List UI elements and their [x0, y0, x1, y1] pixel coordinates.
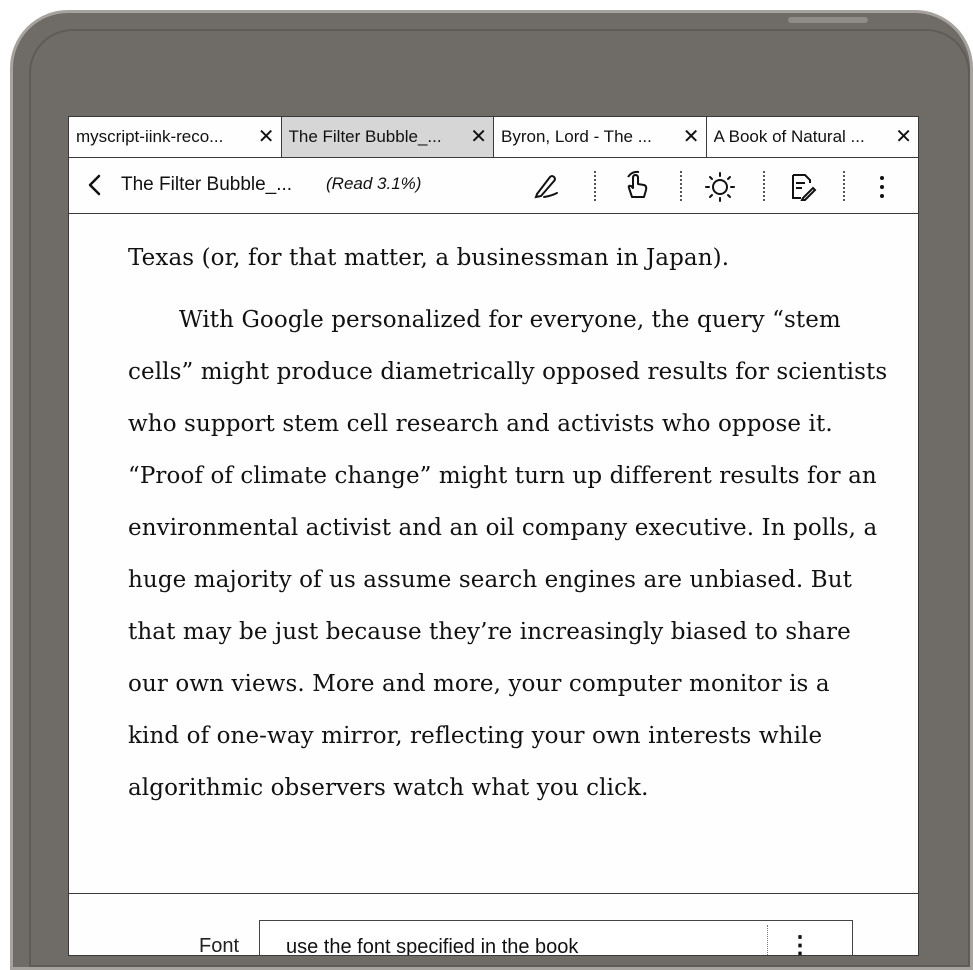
pen-icon[interactable] [529, 169, 563, 203]
tab-filter-bubble[interactable]: The Filter Bubble_... ✕ [281, 117, 494, 157]
reader-toolbar: The Filter Bubble_... (Read 3.1%) [69, 158, 918, 214]
select-divider [767, 925, 768, 955]
toolbar-divider [763, 171, 765, 201]
font-select-value: use the font specified in the book [286, 936, 579, 956]
panel-divider [69, 893, 918, 894]
chevron-left-icon[interactable] [85, 172, 105, 198]
read-progress: (Read 3.1%) [326, 174, 422, 193]
close-icon[interactable]: ✕ [895, 127, 912, 147]
close-icon[interactable]: ✕ [258, 127, 275, 147]
toolbar-divider [680, 171, 682, 201]
tab-myscript[interactable]: myscript-iink-reco... ✕ [69, 117, 282, 157]
power-button[interactable] [788, 17, 868, 23]
tab-byron[interactable]: Byron, Lord - The ... ✕ [494, 117, 707, 157]
toolbar-divider [843, 171, 845, 201]
font-select[interactable]: use the font specified in the book ⋮ [259, 920, 853, 956]
toolbar-divider [594, 171, 596, 201]
notes-icon[interactable] [785, 169, 819, 203]
tab-natural[interactable]: A Book of Natural ... ✕ [707, 117, 919, 157]
touch-hand-icon[interactable] [620, 169, 654, 203]
book-title[interactable]: The Filter Bubble_... [121, 174, 292, 196]
paragraph: Texas (or, for that matter, a businessma… [128, 245, 730, 271]
brightness-icon[interactable] [703, 169, 737, 203]
book-text: Texas (or, for that matter, a businessma… [128, 232, 888, 814]
tab-label: A Book of Natural ... [713, 127, 865, 146]
tab-bar: myscript-iink-reco... ✕ The Filter Bubbl… [69, 117, 918, 158]
reader-screen: myscript-iink-reco... ✕ The Filter Bubbl… [68, 116, 919, 956]
close-icon[interactable]: ✕ [470, 127, 487, 147]
more-vert-icon[interactable] [865, 169, 899, 203]
close-icon[interactable]: ✕ [683, 127, 700, 147]
paragraph: With Google personalized for everyone, t… [128, 307, 888, 801]
tab-label: The Filter Bubble_... [288, 127, 442, 146]
more-vert-icon[interactable]: ⋮ [788, 931, 812, 955]
tab-label: Byron, Lord - The ... [501, 127, 652, 146]
font-setting-label: Font [199, 935, 240, 956]
tab-label: myscript-iink-reco... [76, 127, 224, 146]
